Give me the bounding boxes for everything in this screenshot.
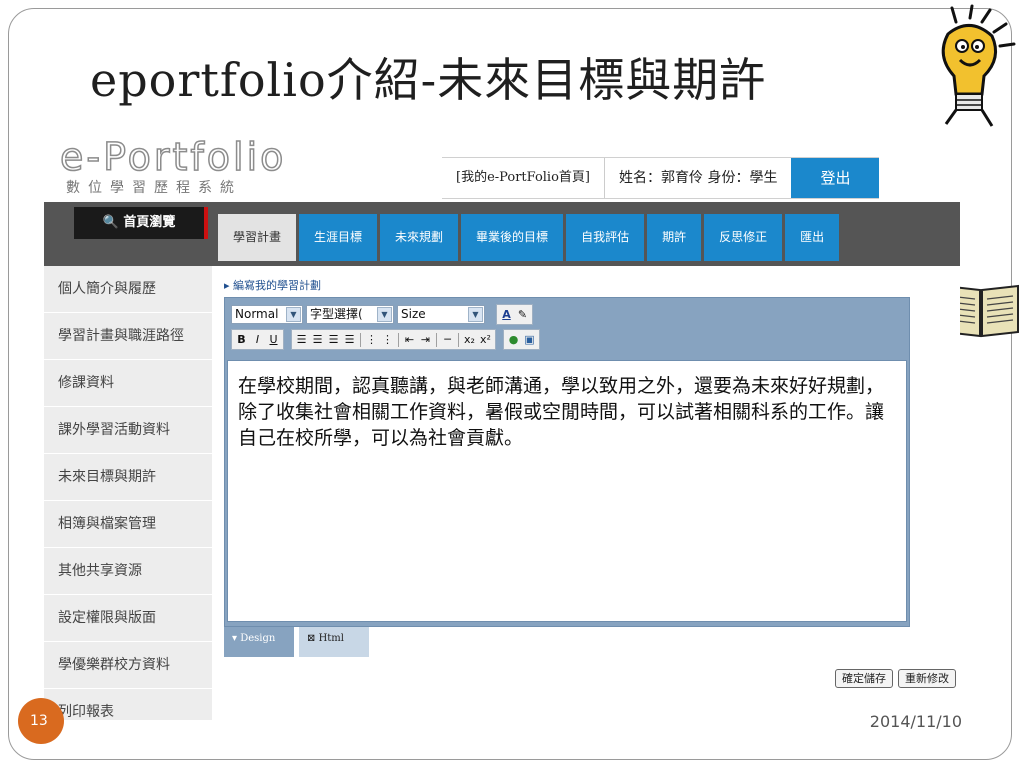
color-tools: A ✎ — [496, 304, 533, 325]
highlight-color-icon[interactable]: ✎ — [515, 305, 530, 324]
html-icon: ⊠ — [307, 633, 319, 644]
html-mode-tab[interactable]: ⊠ Html — [299, 627, 369, 657]
reset-button[interactable]: 重新修改 — [898, 669, 956, 688]
paragraph-tools: ☰ ☰ ☰ ☰ ⋮ ⋮ ⇤ ⇥ ─ x₂ x² — [291, 329, 496, 350]
ordered-list-icon[interactable]: ⋮ — [364, 330, 379, 349]
home-browse-label: 首頁瀏覽 — [123, 215, 176, 230]
format-select[interactable]: Normal ▼ — [231, 305, 303, 324]
format-select-value: Normal — [235, 307, 279, 321]
header-bar: [我的e-PortFolio首頁] 姓名：郭育伶 身份：學生 登出 — [442, 157, 880, 199]
logo-subtitle: 數位學習歷程系統 — [66, 180, 242, 196]
align-center-icon[interactable]: ☰ — [310, 330, 325, 349]
size-select[interactable]: Size ▼ — [397, 305, 485, 324]
sidebar-item-albums[interactable]: 相簿與檔案管理 — [44, 501, 212, 548]
design-mode-tab[interactable]: ▾ Design — [224, 627, 294, 657]
logout-button[interactable]: 登出 — [791, 158, 880, 198]
tab-export[interactable]: 匯出 — [785, 214, 840, 261]
toolbar-divider — [360, 332, 361, 347]
tab-learning-plan[interactable]: 學習計畫 — [218, 214, 297, 261]
sidebar-item-print-report[interactable]: 列印報表 — [44, 689, 212, 720]
toolbar-divider — [458, 332, 459, 347]
font-select[interactable]: 字型選擇( ▼ — [306, 305, 394, 324]
design-icon: ▾ — [232, 633, 241, 644]
slide-date: 2014/11/10 — [869, 712, 962, 731]
tab-future-planning[interactable]: 未來規劃 — [380, 214, 459, 261]
align-justify-icon[interactable]: ☰ — [342, 330, 357, 349]
eportfolio-app: e-Portfolio 數位學習歷程系統 [我的e-PortFolio首頁] 姓… — [44, 125, 960, 720]
size-select-value: Size — [401, 307, 426, 321]
sidebar-item-courses[interactable]: 修課資料 — [44, 360, 212, 407]
chevron-down-icon: ▼ — [377, 307, 392, 322]
subscript-icon[interactable]: x₂ — [462, 330, 477, 349]
align-right-icon[interactable]: ☰ — [326, 330, 341, 349]
design-mode-label: Design — [240, 633, 276, 644]
slide-title: eportfolio介紹-未來目標與期許 — [90, 53, 767, 107]
sidebar-item-permissions[interactable]: 設定權限與版面 — [44, 595, 212, 642]
slide-page-number: 13 — [18, 698, 64, 744]
superscript-icon[interactable]: x² — [478, 330, 493, 349]
form-actions: 確定儲存 重新修改 — [835, 669, 956, 688]
tab-expectations[interactable]: 期許 — [647, 214, 702, 261]
user-info: 姓名：郭育伶 身份：學生 — [619, 170, 778, 186]
sidebar-item-activities[interactable]: 課外學習活動資料 — [44, 407, 212, 454]
sidebar-item-future-goals[interactable]: 未來目標與期許 — [44, 454, 212, 501]
insert-tools: ● ▣ — [503, 329, 540, 350]
font-select-value: 字型選擇( — [310, 307, 363, 321]
text-style-tools: B I U — [231, 329, 284, 350]
tab-reflection[interactable]: 反思修正 — [704, 214, 783, 261]
sidebar-item-shared-resources[interactable]: 其他共享資源 — [44, 548, 212, 595]
bold-icon[interactable]: B — [234, 330, 249, 349]
font-color-icon[interactable]: A — [499, 305, 514, 324]
save-button[interactable]: 確定儲存 — [835, 669, 893, 688]
insert-image-icon[interactable]: ▣ — [522, 330, 537, 349]
toolbar-divider — [398, 332, 399, 347]
html-mode-label: Html — [318, 633, 344, 644]
logo-title: e-Portfolio — [59, 134, 287, 180]
toolbar-divider — [436, 332, 437, 347]
underline-icon[interactable]: U — [266, 330, 281, 349]
magnifier-icon: 🔍 — [102, 215, 124, 230]
breadcrumb[interactable]: ▸ 編寫我的學習計劃 — [224, 277, 321, 293]
sidebar-item-profile[interactable]: 個人簡介與履歷 — [44, 266, 212, 313]
rich-text-editor: Normal ▼ 字型選擇( ▼ Size ▼ A ✎ B I U ☰ ☰ ☰ … — [224, 297, 910, 627]
sidebar-item-school-data[interactable]: 學優樂群校方資料 — [44, 642, 212, 689]
editor-mode-tabs: ▾ Design ⊠ Html — [224, 627, 369, 657]
sidebar-item-learning-plan[interactable]: 學習計畫與職涯路徑 — [44, 313, 212, 360]
chevron-down-icon: ▼ — [468, 307, 483, 322]
chevron-down-icon: ▼ — [286, 307, 301, 322]
horizontal-rule-icon[interactable]: ─ — [440, 330, 455, 349]
unordered-list-icon[interactable]: ⋮ — [380, 330, 395, 349]
indent-icon[interactable]: ⇥ — [418, 330, 433, 349]
tab-career-goals[interactable]: 生涯目標 — [299, 214, 378, 261]
my-portfolio-home-link[interactable]: [我的e-PortFolio首頁] — [442, 158, 605, 198]
editor-toolbar-row-1: Normal ▼ 字型選擇( ▼ Size ▼ A ✎ — [231, 304, 533, 325]
tab-bar: 學習計畫 生涯目標 未來規劃 畢業後的目標 自我評估 期許 反思修正 匯出 — [218, 214, 840, 261]
lightbulb-icon — [941, 4, 1016, 127]
insert-link-icon[interactable]: ● — [506, 330, 521, 349]
outdent-icon[interactable]: ⇤ — [402, 330, 417, 349]
italic-icon[interactable]: I — [250, 330, 265, 349]
home-browse-button[interactable]: 🔍 首頁瀏覽 — [74, 207, 208, 239]
tab-post-graduation-goals[interactable]: 畢業後的目標 — [461, 214, 564, 261]
sidebar: 個人簡介與履歷 學習計畫與職涯路徑 修課資料 課外學習活動資料 未來目標與期許 … — [44, 266, 212, 720]
editor-toolbar-row-2: B I U ☰ ☰ ☰ ☰ ⋮ ⋮ ⇤ ⇥ ─ x₂ x² ● ▣ — [231, 329, 540, 350]
editor-content-area[interactable]: 在學校期間，認真聽講，與老師溝通，學以致用之外，還要為未來好好規劃，除了收集社會… — [227, 360, 907, 622]
align-left-icon[interactable]: ☰ — [294, 330, 309, 349]
tab-self-evaluation[interactable]: 自我評估 — [566, 214, 645, 261]
